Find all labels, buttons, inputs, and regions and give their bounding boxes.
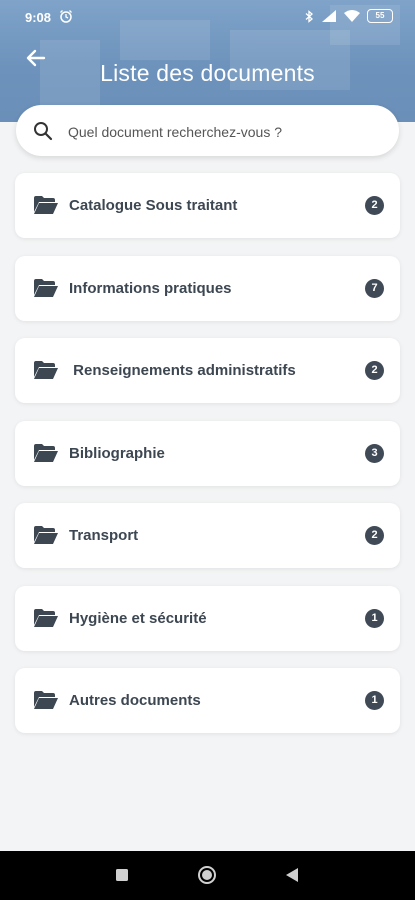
folder-open-icon xyxy=(34,278,58,297)
document-folder-label: Renseignements administratifs xyxy=(69,362,296,379)
folder-open-icon xyxy=(34,361,58,379)
document-folder-label: Catalogue Sous traitant xyxy=(69,197,238,214)
document-folder-item[interactable]: Informations pratiques 7 xyxy=(15,255,400,321)
document-folder-item[interactable]: Transport 2 xyxy=(15,503,400,568)
square-icon xyxy=(116,869,128,881)
bluetooth-icon xyxy=(305,9,313,23)
cell-signal-icon xyxy=(322,10,336,22)
folder-open-icon xyxy=(34,443,58,462)
recent-apps-button[interactable] xyxy=(115,868,129,887)
home-circle-icon xyxy=(198,866,216,884)
document-folder-item[interactable]: Autres documents 1 xyxy=(15,668,400,733)
status-time: 9:08 xyxy=(25,10,52,25)
document-folder-label: Informations pratiques xyxy=(69,279,232,297)
document-folder-item[interactable]: Bibliographie 3 xyxy=(15,420,400,486)
search-icon xyxy=(34,122,53,141)
document-count-badge: 2 xyxy=(365,361,384,380)
triangle-back-icon xyxy=(286,868,298,882)
document-count-badge: 7 xyxy=(365,278,384,298)
folder-open-icon xyxy=(34,526,58,544)
alarm-icon xyxy=(59,9,73,26)
document-folder-label: Bibliographie xyxy=(69,444,165,462)
status-bar: 9:08 55 xyxy=(0,0,415,34)
search-bar[interactable] xyxy=(16,105,399,158)
document-count-badge: 1 xyxy=(365,608,384,628)
document-folder-item[interactable]: Hygiène et sécurité 1 xyxy=(15,585,400,651)
home-button[interactable] xyxy=(197,865,217,890)
document-count-badge: 2 xyxy=(365,526,384,545)
document-folder-item[interactable]: Renseignements administratifs 2 xyxy=(15,338,400,403)
battery-icon: 55 xyxy=(367,9,393,23)
document-list: Catalogue Sous traitant 2 Informations p… xyxy=(15,173,400,751)
document-folder-label: Autres documents xyxy=(69,692,201,709)
folder-open-icon xyxy=(34,608,58,627)
document-folder-label: Transport xyxy=(69,527,139,544)
folder-open-icon xyxy=(34,196,58,214)
wifi-icon xyxy=(344,10,360,22)
document-count-badge: 2 xyxy=(365,196,384,215)
document-folder-label: Hygiène et sécurité xyxy=(69,609,207,627)
search-input[interactable] xyxy=(66,105,390,158)
header-banner: 9:08 55 Liste des documents xyxy=(0,0,415,122)
document-folder-item[interactable]: Catalogue Sous traitant 2 xyxy=(15,173,400,238)
page-title: Liste des documents xyxy=(100,60,315,86)
nav-back-button[interactable] xyxy=(285,867,299,888)
folder-open-icon xyxy=(34,691,58,709)
document-count-badge: 3 xyxy=(365,443,384,463)
android-navigation-bar xyxy=(0,851,415,900)
document-count-badge: 1 xyxy=(365,691,384,710)
status-icons: 55 xyxy=(305,9,393,23)
